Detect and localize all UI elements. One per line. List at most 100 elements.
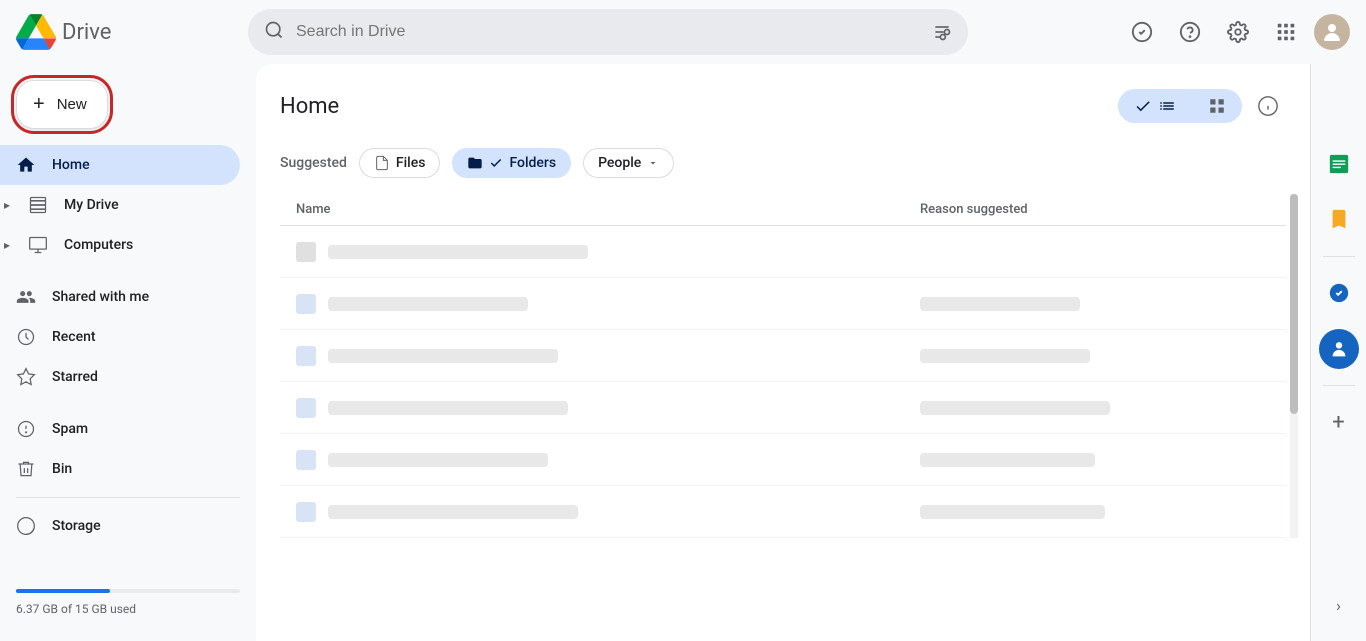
- sidebar-item-my-drive[interactable]: ▸ My Drive: [0, 185, 240, 225]
- new-button-label: New: [57, 96, 87, 113]
- file-icon: [296, 398, 316, 418]
- row-name-blur: [328, 245, 588, 259]
- sidebar-label-shared: Shared with me: [52, 289, 149, 305]
- status-check-button[interactable]: [1122, 12, 1162, 52]
- apps-button[interactable]: [1266, 12, 1306, 52]
- file-icon: [296, 294, 316, 314]
- bin-icon: [16, 459, 36, 479]
- row-name-blur: [328, 505, 578, 519]
- storage-text: 6.37 GB of 15 GB used: [16, 602, 136, 616]
- layout: + New Home ▸ My Drive ▸ Computers: [0, 0, 1366, 641]
- sidebar-item-recent[interactable]: Recent: [0, 317, 240, 357]
- plus-icon: +: [33, 93, 45, 116]
- people-chip[interactable]: People: [583, 148, 674, 178]
- expand-arrow-my-drive[interactable]: ▸: [0, 198, 10, 212]
- table-row[interactable]: [280, 330, 1286, 382]
- expand-panel-button[interactable]: ›: [1319, 585, 1359, 625]
- sidebar-item-home[interactable]: Home: [0, 145, 240, 185]
- row-name: [296, 398, 920, 418]
- row-reason: [920, 453, 1270, 467]
- table-body: [280, 226, 1286, 538]
- table-row[interactable]: [280, 226, 1286, 278]
- logo-area: Drive: [16, 12, 236, 52]
- topbar: Drive: [0, 0, 1366, 64]
- search-bar[interactable]: [248, 9, 968, 55]
- sidebar: + New Home ▸ My Drive ▸ Computers: [0, 64, 256, 641]
- computers-icon: [28, 235, 48, 255]
- sidebar-item-spam[interactable]: Spam: [0, 409, 240, 449]
- search-filter-button[interactable]: [932, 22, 952, 42]
- user-avatar[interactable]: [1314, 14, 1350, 50]
- table-row[interactable]: [280, 486, 1286, 538]
- files-chip[interactable]: Files: [359, 148, 441, 178]
- table-row[interactable]: [280, 278, 1286, 330]
- view-toggle: [1118, 89, 1242, 123]
- row-name: [296, 502, 920, 522]
- row-name: [296, 294, 920, 314]
- table-row[interactable]: [280, 434, 1286, 486]
- contacts-panel-icon[interactable]: [1319, 329, 1359, 369]
- view-controls: [1118, 88, 1286, 124]
- sidebar-label-my-drive: My Drive: [64, 197, 119, 213]
- sidebar-item-bin[interactable]: Bin: [0, 449, 240, 489]
- file-icon: [296, 242, 316, 262]
- row-name-blur: [328, 401, 568, 415]
- sidebar-label-bin: Bin: [52, 461, 72, 477]
- files-chip-label: Files: [396, 155, 426, 171]
- shared-icon: [16, 287, 36, 307]
- row-reason: [920, 349, 1270, 363]
- scrollbar-track[interactable]: [1290, 194, 1298, 538]
- settings-button[interactable]: [1218, 12, 1258, 52]
- sidebar-item-storage[interactable]: Storage: [0, 506, 240, 546]
- panel-divider: [1323, 256, 1355, 257]
- main-header: Home: [280, 64, 1286, 140]
- people-chip-label: People: [598, 155, 641, 171]
- sidebar-label-spam: Spam: [52, 421, 88, 437]
- info-button[interactable]: [1250, 88, 1286, 124]
- tasks-panel-icon[interactable]: [1319, 273, 1359, 313]
- scrollbar-thumb[interactable]: [1290, 194, 1298, 414]
- add-panel-button[interactable]: +: [1319, 402, 1359, 442]
- row-name: [296, 346, 920, 366]
- table-row[interactable]: [280, 382, 1286, 434]
- row-name: [296, 242, 920, 262]
- recent-icon: [16, 327, 36, 347]
- sidebar-item-starred[interactable]: Starred: [0, 357, 240, 397]
- row-name-blur: [328, 453, 548, 467]
- row-reason-blur: [920, 349, 1090, 363]
- keep-panel-icon[interactable]: [1319, 200, 1359, 240]
- sheets-panel-icon[interactable]: [1319, 144, 1359, 184]
- search-icon: [264, 20, 284, 45]
- new-button[interactable]: + New: [16, 80, 108, 129]
- sidebar-label-home: Home: [52, 157, 90, 173]
- page-title: Home: [280, 94, 339, 119]
- row-reason-blur: [920, 505, 1105, 519]
- file-icon: [296, 450, 316, 470]
- row-reason: [920, 505, 1270, 519]
- suggested-label: Suggested: [280, 155, 347, 171]
- sidebar-item-computers[interactable]: ▸ Computers: [0, 225, 240, 265]
- topbar-right: [1122, 12, 1350, 52]
- starred-icon: [16, 367, 36, 387]
- list-view-button[interactable]: [1118, 89, 1192, 123]
- file-icon: [296, 346, 316, 366]
- spam-icon: [16, 419, 36, 439]
- storage-section: 6.37 GB of 15 GB used: [0, 573, 256, 633]
- row-reason-blur: [920, 297, 1080, 311]
- expand-arrow-computers[interactable]: ▸: [0, 238, 10, 252]
- search-input[interactable]: [296, 23, 920, 41]
- new-button-wrapper: + New: [0, 72, 256, 145]
- help-button[interactable]: [1170, 12, 1210, 52]
- sidebar-label-computers: Computers: [64, 237, 133, 253]
- file-icon: [296, 502, 316, 522]
- sidebar-item-shared-with-me[interactable]: Shared with me: [0, 277, 240, 317]
- storage-bar-fill: [16, 589, 110, 593]
- folders-chip[interactable]: Folders: [452, 148, 571, 178]
- panel-divider-2: [1323, 385, 1355, 386]
- table-container: Name Reason suggested: [280, 194, 1286, 538]
- col-reason-header: Reason suggested: [920, 202, 1270, 217]
- grid-view-button[interactable]: [1192, 89, 1242, 123]
- row-name: [296, 450, 920, 470]
- row-name-blur: [328, 349, 558, 363]
- sidebar-label-recent: Recent: [52, 329, 96, 345]
